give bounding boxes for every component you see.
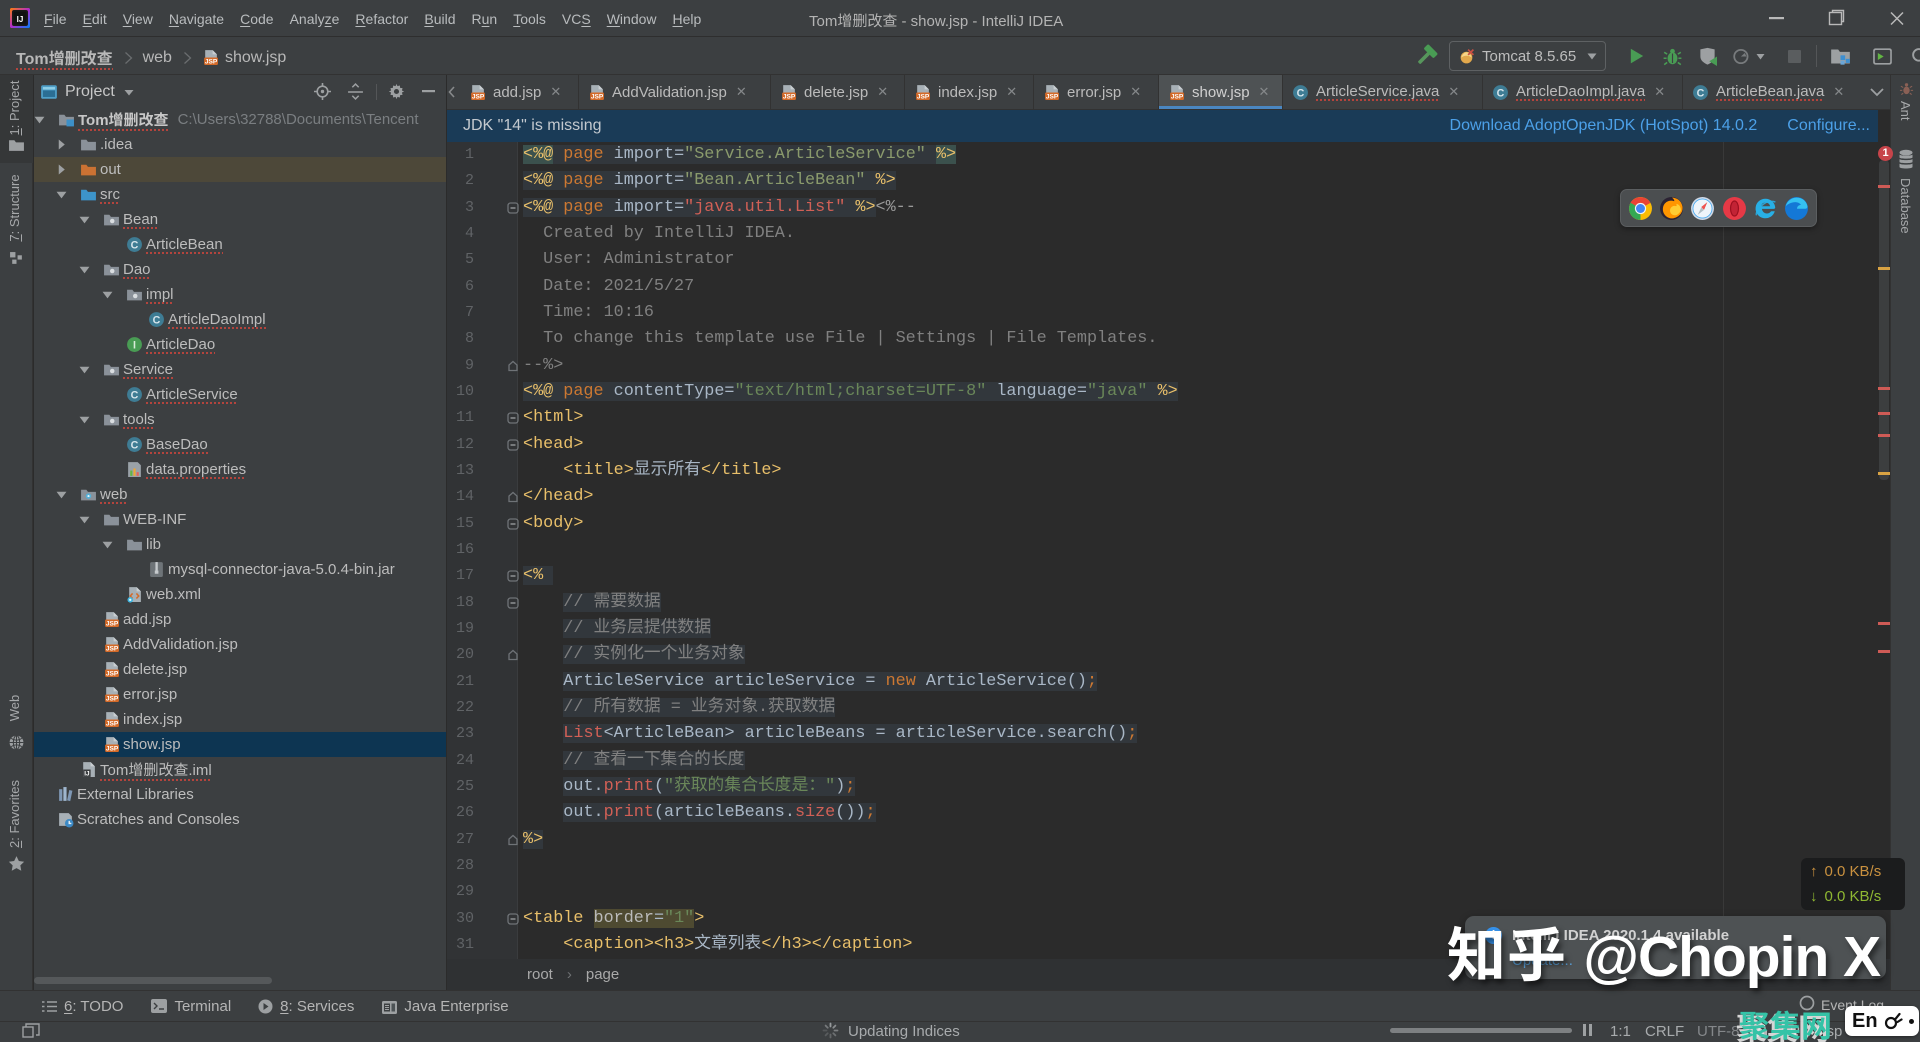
svg-text:IJ: IJ	[17, 15, 24, 24]
